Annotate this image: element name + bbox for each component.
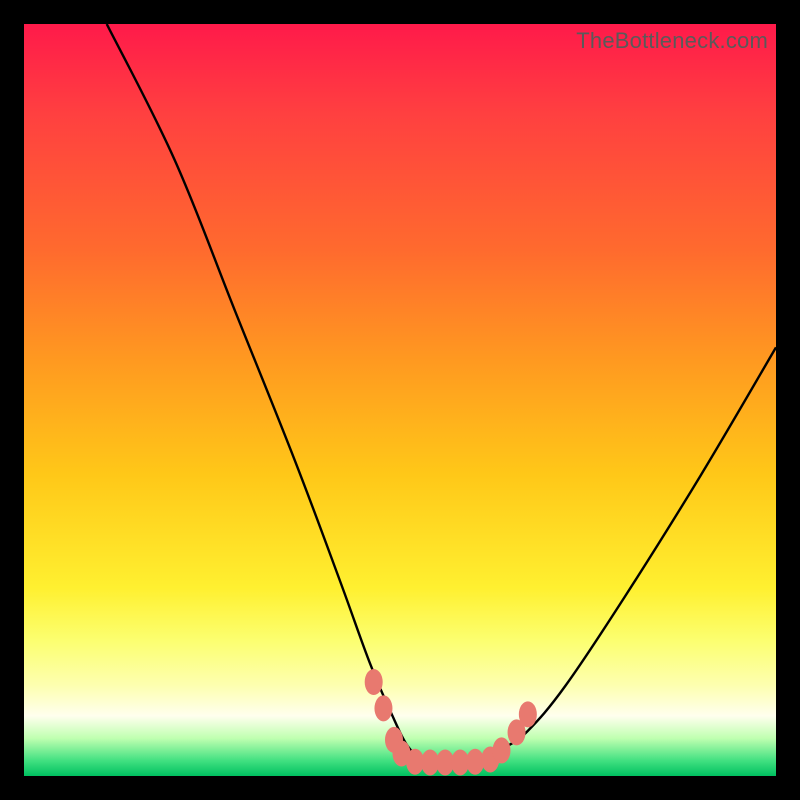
curve-left-branch bbox=[107, 24, 430, 762]
bottleneck-marker bbox=[519, 701, 537, 727]
curve-right-branch bbox=[430, 347, 776, 762]
bottleneck-marker bbox=[466, 749, 484, 775]
bottleneck-marker bbox=[421, 749, 439, 775]
bottleneck-marker bbox=[393, 740, 411, 766]
bottleneck-marker bbox=[436, 749, 454, 775]
chart-frame: TheBottleneck.com bbox=[24, 24, 776, 776]
bottleneck-marker bbox=[481, 746, 499, 772]
bottleneck-marker bbox=[406, 749, 424, 775]
bottleneck-marker bbox=[508, 719, 526, 745]
bottleneck-marker bbox=[493, 737, 511, 763]
watermark-text: TheBottleneck.com bbox=[576, 28, 768, 54]
bottleneck-marker bbox=[374, 695, 392, 721]
bottleneck-curve bbox=[24, 24, 776, 776]
bottleneck-marker bbox=[365, 669, 383, 695]
bottleneck-marker bbox=[451, 749, 469, 775]
bottleneck-marker bbox=[385, 727, 403, 753]
